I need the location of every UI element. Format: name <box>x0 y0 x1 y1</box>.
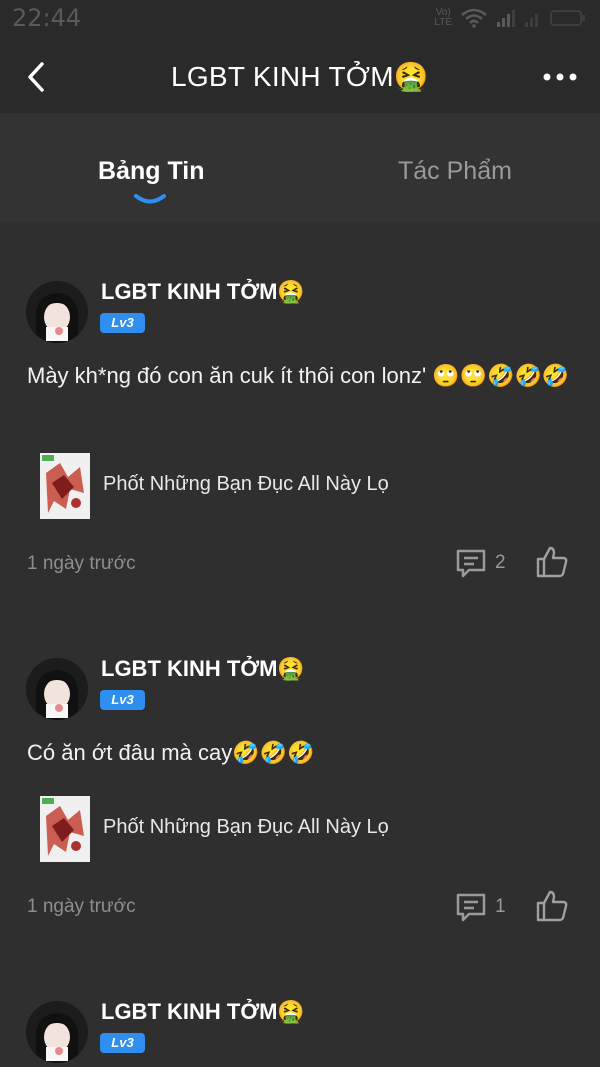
comment-button[interactable]: 2 <box>455 546 506 580</box>
work-title: Phốt Những Bạn Đục All Này Lọ <box>103 473 389 495</box>
post-author[interactable]: LGBT KINH TỞM🤮 <box>101 656 305 682</box>
comment-button[interactable]: 1 <box>455 890 506 924</box>
tab-bar: Bảng Tin Tác Phẩm <box>0 113 600 223</box>
post-text: Có ăn ớt đâu mà cay🤣🤣🤣 <box>27 740 315 765</box>
work-title: Phốt Những Bạn Đục All Này Lọ <box>103 816 389 838</box>
work-thumbnail <box>40 453 90 519</box>
post-text: Mày kh*ng đó con ăn cuk ít thôi con lonz… <box>27 363 570 388</box>
thumbs-up-icon[interactable] <box>535 889 569 923</box>
post-time: 1 ngày trước <box>27 896 136 917</box>
avatar[interactable] <box>26 281 88 343</box>
post-author[interactable]: LGBT KINH TỞM🤮 <box>101 279 305 305</box>
app-bar: LGBT KINH TỞM🤮 <box>0 40 600 113</box>
comment-count: 1 <box>495 896 506 917</box>
comment-icon <box>456 893 486 922</box>
status-icons: Vo) LTE <box>434 8 586 28</box>
comment-count: 2 <box>495 552 506 573</box>
status-bar: 22:44 Vo) LTE <box>0 0 600 40</box>
work-card[interactable]: Phốt Những Bạn Đục All Này Lọ <box>40 453 560 519</box>
tab-works[interactable]: Tác Phẩm <box>398 157 512 186</box>
volte-icon: Vo) LTE <box>434 7 452 28</box>
avatar[interactable] <box>26 658 88 720</box>
level-badge: Lv3 <box>100 690 145 710</box>
thumbs-up-icon[interactable] <box>535 545 569 579</box>
post-author[interactable]: LGBT KINH TỞM🤮 <box>101 999 305 1025</box>
post-time: 1 ngày trước <box>27 553 136 574</box>
wifi-icon <box>461 8 487 28</box>
signal-icon <box>497 10 515 27</box>
battery-icon <box>550 10 585 26</box>
work-card[interactable]: Phốt Những Bạn Đục All Này Lọ <box>40 796 560 862</box>
tab-feed[interactable]: Bảng Tin <box>98 157 204 186</box>
status-time: 22:44 <box>12 4 82 32</box>
comment-icon <box>456 549 486 578</box>
tab-active-indicator <box>134 194 166 204</box>
level-badge: Lv3 <box>100 313 145 333</box>
work-thumbnail <box>40 796 90 862</box>
page-title: LGBT KINH TỞM🤮 <box>170 61 430 92</box>
more-horizontal-icon[interactable] <box>542 70 578 84</box>
avatar[interactable] <box>26 1001 88 1063</box>
signal2-icon <box>525 14 538 27</box>
level-badge: Lv3 <box>100 1033 145 1053</box>
